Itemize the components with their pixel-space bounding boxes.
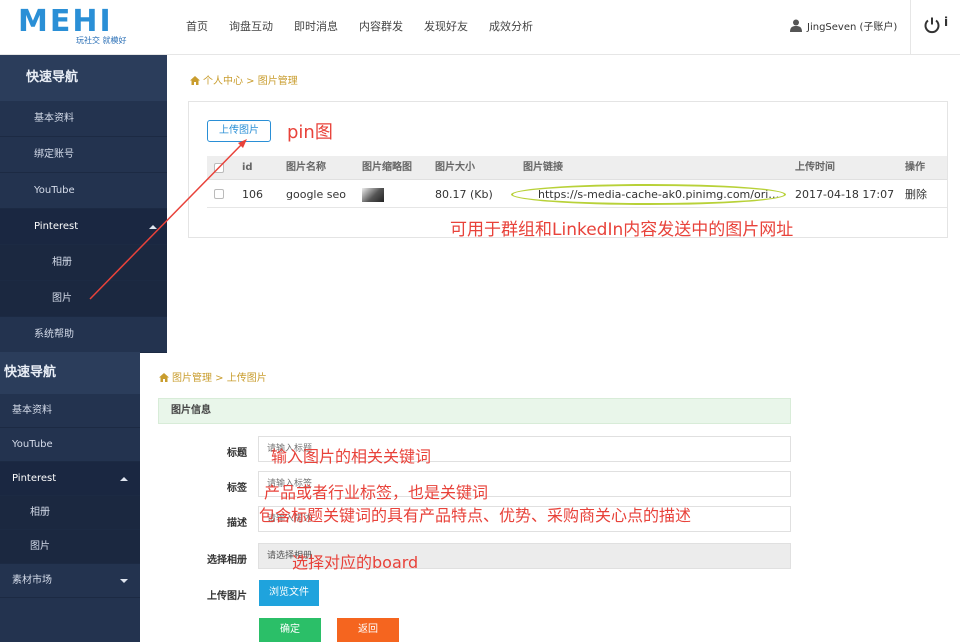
row-size: 80.17 (Kb) [435,188,493,201]
power-icon[interactable] [923,16,941,34]
annotation-album: 选择对应的board [292,553,419,572]
title-label: 标题 [227,448,247,459]
header-divider [910,0,911,55]
col-action: 操作 [905,162,925,173]
annotation-title: 输入图片的相关关键词 [271,447,432,466]
mehi-logo[interactable]: MEHI 玩社交 就模好 [18,4,148,48]
sidebar-item-label: 素材市场 [12,575,52,586]
annotation-desc: 包含标题关键词的具有产品特点、优势、采购商关心点的描述 [259,506,692,525]
sidebar-item-albums[interactable]: 相册 [0,496,140,530]
nav-home[interactable]: 首页 [186,18,208,34]
sidebar-title: 快速导航 [0,55,167,101]
sidebar-item-profile[interactable]: 基本资料 [0,101,167,137]
row-thumbnail[interactable] [362,188,384,202]
nav-analytics[interactable]: 成效分析 [489,18,533,34]
row-name: google seo [286,188,346,201]
annotation-pin: pin图 [287,122,333,143]
sidebar-nav-2: 快速导航 基本资料 YouTube Pinterest 相册 图片 素材市场 [0,352,140,642]
logo-slogan: 玩社交 就模好 [76,36,127,45]
browse-files-button[interactable]: 浏览文件 [259,580,319,606]
chevron-down-icon [120,579,128,583]
col-id: id [242,162,253,173]
chevron-up-icon [149,225,157,229]
nav-find-friends[interactable]: 发现好友 [424,18,468,34]
user-icon [790,19,802,32]
annotation-url: 可用于群组和LinkedIn内容发送中的图片网址 [450,220,794,240]
sidebar-item-profile[interactable]: 基本资料 [0,394,140,428]
sidebar-item-help[interactable]: 系统帮助 [0,317,167,353]
annotation-tags: 产品或者行业标签，也是关键词 [264,483,489,502]
sidebar-item-images[interactable]: 图片 [0,530,140,564]
album-label: 选择相册 [207,555,247,566]
link-highlight-ellipse [511,184,786,205]
select-all-checkbox[interactable] [214,163,224,173]
top-header: MEHI 玩社交 就模好 首页 询盘互动 即时消息 内容群发 发现好友 成效分析… [0,0,960,55]
sidebar-item-label: Pinterest [34,221,79,232]
sidebar-item-albums[interactable]: 相册 [0,245,167,281]
col-time: 上传时间 [795,162,835,173]
screenshot-root: MEHI 玩社交 就模好 首页 询盘互动 即时消息 内容群发 发现好友 成效分析… [0,0,960,642]
col-thumbnail: 图片缩略图 [362,162,412,173]
user-menu[interactable]: JingSeven (子账户) [790,18,897,33]
home-icon [190,76,200,85]
breadcrumb: 个人中心 > 图片管理 [190,72,298,87]
row-checkbox[interactable] [214,189,224,199]
main-nav: 首页 询盘互动 即时消息 内容群发 发现好友 成效分析 [186,18,554,34]
home-icon [159,373,169,382]
table-header: id 图片名称 图片缩略图 图片大小 图片链接 上传时间 操作 [207,156,947,180]
sidebar-item-label: Pinterest [12,473,57,484]
col-link: 图片链接 [523,162,563,173]
chevron-up-icon [120,477,128,481]
nav-broadcast[interactable]: 内容群发 [359,18,403,34]
nav-inquiry[interactable]: 询盘互动 [229,18,273,34]
confirm-button[interactable]: 确定 [259,618,321,642]
desc-label: 描述 [227,518,247,529]
col-size: 图片大小 [435,162,475,173]
user-label: JingSeven (子账户) [807,22,898,33]
sidebar-item-material-market[interactable]: 素材市场 [0,564,140,598]
sidebar-item-images[interactable]: 图片 [0,281,167,317]
sidebar-item-youtube[interactable]: YouTube [0,173,167,209]
logout-text-fragment: i [944,15,949,29]
sidebar-item-pinterest[interactable]: Pinterest [0,209,167,245]
row-time: 2017-04-18 17:07 [795,188,895,201]
sidebar-item-pinterest[interactable]: Pinterest [0,462,140,496]
tags-label: 标签 [227,483,247,494]
sidebar-title: 快速导航 [0,352,140,394]
sidebar-item-youtube[interactable]: YouTube [0,428,140,462]
breadcrumb-text[interactable]: 图片管理 > 上传图片 [172,373,267,384]
sidebar-item-bind-account[interactable]: 绑定账号 [0,137,167,173]
nav-messages[interactable]: 即时消息 [294,18,338,34]
logo-text: MEHI [18,4,113,39]
breadcrumb-2: 图片管理 > 上传图片 [159,369,267,384]
sidebar-nav: 快速导航 基本资料 绑定账号 YouTube Pinterest 相册 图片 系… [0,55,167,353]
back-button[interactable]: 返回 [337,618,399,642]
col-name: 图片名称 [286,162,326,173]
row-id: 106 [242,188,263,201]
upload-label: 上传图片 [207,591,247,602]
breadcrumb-text[interactable]: 个人中心 > 图片管理 [203,76,298,87]
section-title: 图片信息 [158,398,791,424]
upload-image-button[interactable]: 上传图片 [207,120,271,142]
delete-link[interactable]: 删除 [905,181,927,208]
